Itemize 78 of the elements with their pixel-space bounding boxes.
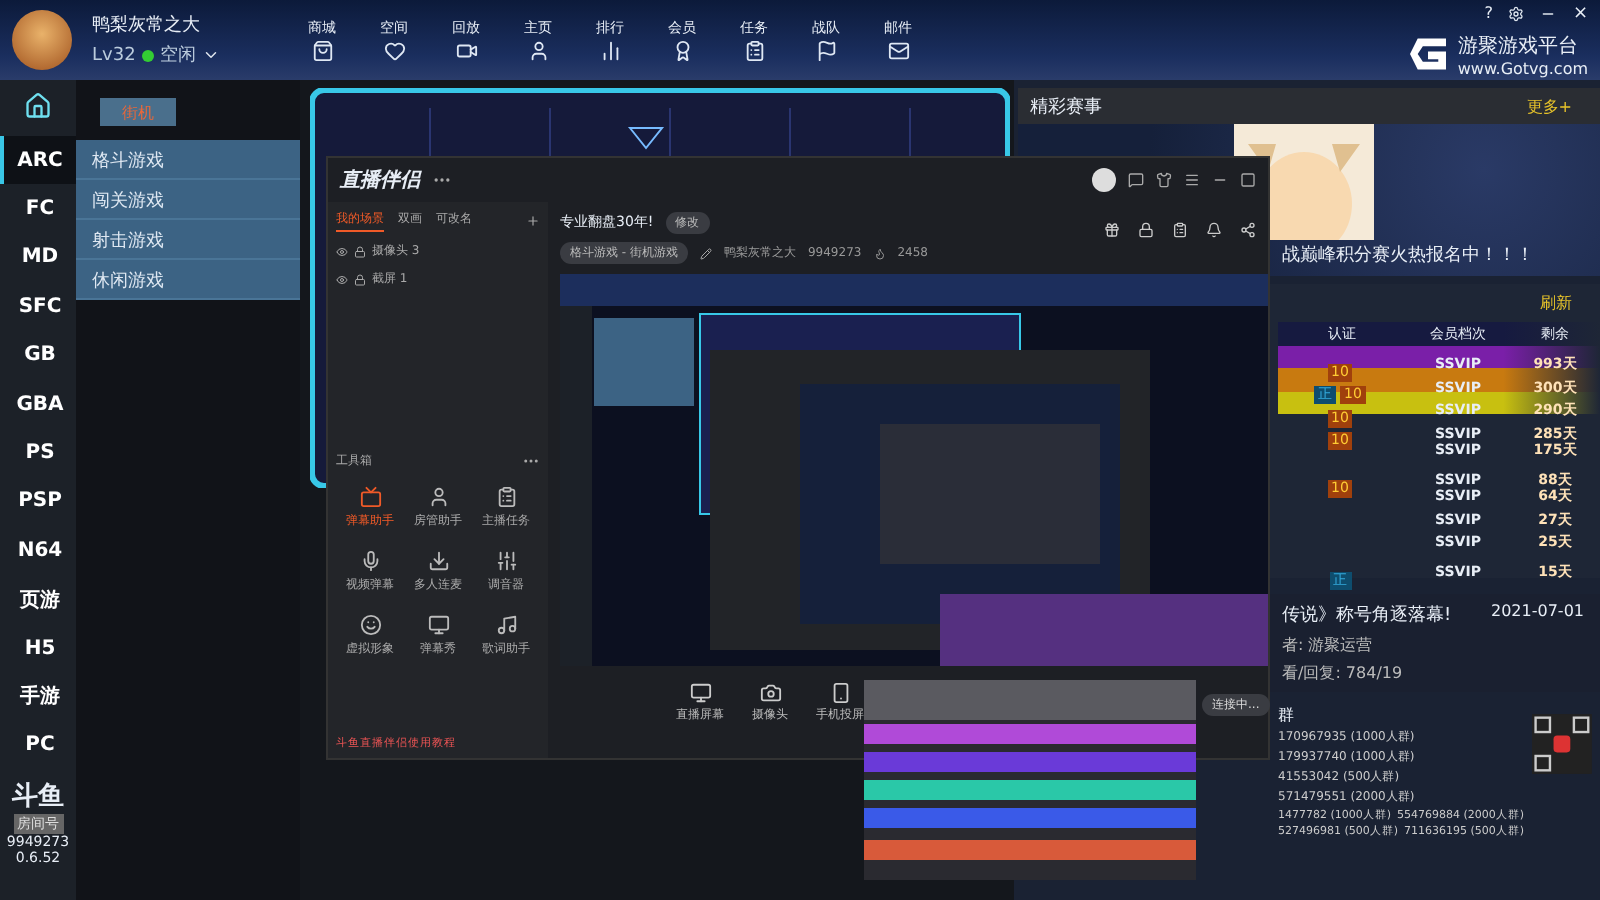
flame-icon (873, 247, 886, 259)
news-title[interactable]: 传说》称号角逐落幕! (1282, 601, 1452, 628)
clipboard-icon[interactable] (495, 486, 517, 508)
home-icon[interactable] (24, 92, 52, 120)
medal-icon[interactable] (671, 40, 693, 62)
flag-icon[interactable] (815, 40, 837, 62)
lock-icon[interactable] (1138, 222, 1154, 238)
news-author: 者: 游聚运营 (1282, 633, 1375, 656)
category-item[interactable]: 射击游戏 (76, 220, 300, 260)
share-icon[interactable] (1240, 222, 1256, 238)
close-button[interactable]: × (1572, 3, 1588, 23)
category-item[interactable]: 闯关游戏 (76, 180, 300, 220)
room-logo: 斗鱼 (12, 780, 64, 815)
more-link[interactable]: 更多+ (1526, 95, 1572, 117)
category-item[interactable]: 格斗游戏 (76, 140, 300, 180)
news-date: 2021-07-01 (1491, 601, 1584, 624)
events-title: 精彩赛事 (1030, 95, 1102, 119)
microphone-icon[interactable] (359, 550, 381, 572)
monitor-icon[interactable] (689, 682, 711, 704)
user-status: 空闲 (159, 43, 196, 68)
video-icon[interactable] (455, 40, 477, 62)
platform-tab[interactable]: 手游 (0, 672, 76, 722)
platform-tab[interactable]: MD (0, 233, 76, 283)
username: 鸭梨灰常之大 (92, 13, 202, 38)
settings-icon[interactable] (1508, 5, 1525, 21)
platform-tab[interactable]: 页游 (0, 575, 76, 624)
logo-icon (1409, 36, 1446, 72)
bell-icon[interactable] (1206, 222, 1222, 238)
download-icon[interactable] (427, 550, 449, 572)
platform-tab[interactable]: H5 (0, 623, 76, 673)
user-level: Lv32 (92, 45, 136, 65)
add-icon[interactable] (526, 214, 540, 228)
menu-icon[interactable] (1184, 172, 1200, 188)
streamer-logo: 直播伴侣 (340, 167, 420, 194)
eye-icon[interactable] (336, 273, 348, 285)
heart-icon[interactable] (383, 40, 405, 62)
smile-icon[interactable] (359, 614, 381, 636)
platform-tab[interactable]: PS (0, 428, 76, 478)
platform-tab[interactable]: PSP (0, 477, 76, 527)
lock-icon[interactable] (354, 245, 366, 257)
eye-icon[interactable] (336, 245, 348, 257)
brand-url: www.Gotvg.com (1457, 59, 1588, 77)
sliders-icon[interactable] (495, 550, 517, 572)
platform-tab[interactable]: GBA (0, 379, 76, 429)
event-headline: 战巅峰积分赛火热报名中！！！ (1282, 246, 1534, 266)
pencil-icon[interactable] (699, 247, 712, 259)
platform-tab[interactable]: N64 (0, 526, 76, 576)
bag-icon[interactable] (311, 40, 333, 62)
maximize-icon[interactable] (1240, 172, 1256, 188)
gift-icon[interactable] (1104, 222, 1120, 238)
music-icon[interactable] (495, 614, 517, 636)
online-dot (141, 49, 154, 61)
help-button[interactable]: ? (1484, 4, 1493, 22)
avatar[interactable] (12, 10, 72, 70)
lock-icon[interactable] (354, 273, 366, 285)
message-icon[interactable] (1128, 172, 1144, 188)
refresh-button[interactable]: 刷新 (1540, 292, 1572, 314)
platform-tab[interactable]: GB (0, 331, 76, 380)
category-item[interactable]: 休闲游戏 (76, 260, 300, 300)
shirt-icon[interactable] (1156, 172, 1172, 188)
groups-title: 群 (1278, 703, 1296, 726)
chevron-icon[interactable] (201, 46, 220, 64)
clipboard-icon[interactable] (1172, 222, 1188, 238)
brand-name: 游聚游戏平台 (1457, 33, 1580, 59)
mail-icon[interactable] (887, 40, 909, 62)
bar-chart-icon[interactable] (599, 40, 621, 62)
tv-icon[interactable] (359, 486, 381, 508)
platform-tab[interactable]: FC (0, 184, 76, 234)
phone-icon[interactable] (829, 682, 851, 704)
monitor-icon[interactable] (427, 614, 449, 636)
platform-tab[interactable]: ARC (0, 136, 76, 185)
user-icon[interactable] (527, 40, 549, 62)
user-icon[interactable] (427, 486, 449, 508)
camera-icon[interactable] (759, 682, 781, 704)
platform-tab[interactable]: PC (0, 721, 76, 771)
account-avatar[interactable] (1092, 168, 1116, 192)
news-stats: 看/回复: 784/19 (1282, 661, 1405, 684)
platform-tab[interactable]: SFC (0, 282, 76, 332)
